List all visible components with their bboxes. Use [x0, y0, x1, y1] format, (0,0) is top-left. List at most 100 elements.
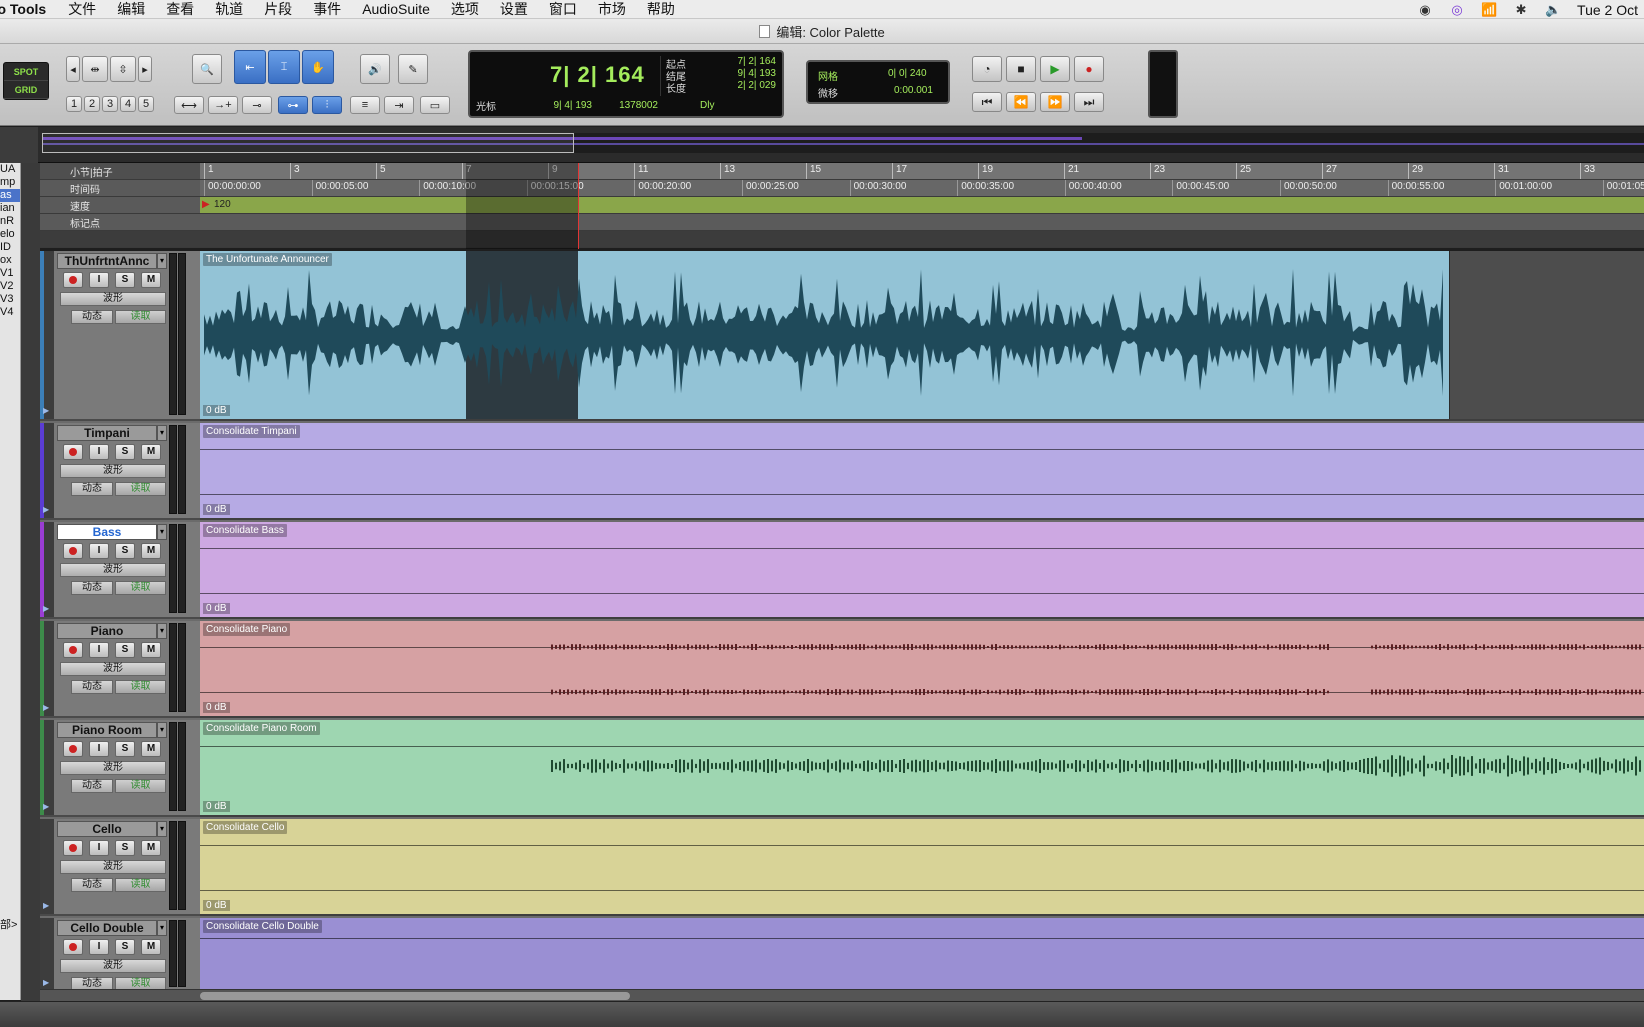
input-monitor-button[interactable]: I — [89, 741, 109, 757]
record-enable-button[interactable] — [63, 272, 83, 288]
zoom-out-button[interactable]: ◂ — [66, 56, 80, 82]
record-button[interactable]: ● — [1074, 56, 1104, 82]
playhead[interactable] — [578, 163, 579, 249]
menu-window[interactable]: 窗口 — [549, 0, 577, 19]
menu-help[interactable]: 帮助 — [647, 0, 675, 19]
clip-name-label[interactable]: Consolidate Piano — [203, 623, 291, 636]
track-timebase-button[interactable]: 动态 — [71, 482, 113, 496]
markers-ruler-label[interactable]: 标记点 — [40, 214, 200, 231]
keyboard-focus-icon[interactable]: ≡ — [350, 96, 380, 114]
clip-list-item[interactable]: V1 — [0, 267, 20, 280]
grid-label[interactable]: 网格 — [818, 68, 838, 83]
track-view-selector[interactable]: 波形 — [60, 761, 166, 775]
automation-mode-selector[interactable]: 读取 — [115, 482, 166, 496]
main-counter-value[interactable]: 7| 2| 164 — [550, 62, 645, 88]
solo-button[interactable]: S — [115, 840, 135, 856]
record-enable-button[interactable] — [63, 840, 83, 856]
expand-lanes-icon[interactable]: ▶ — [43, 978, 49, 987]
zoom-preset-3[interactable]: 3 — [102, 96, 118, 112]
input-monitor-button[interactable]: I — [89, 840, 109, 856]
menu-track[interactable]: 轨道 — [215, 0, 243, 19]
zoomer-tool-icon[interactable]: 🔍 — [192, 54, 222, 84]
play-button[interactable]: ▶ — [1040, 56, 1070, 82]
track-options-dropdown[interactable]: ▾ — [157, 722, 167, 738]
clip-gain-label[interactable]: 0 dB — [203, 900, 230, 911]
pencil-tool-icon[interactable]: ✎ — [398, 54, 428, 84]
clip-name-label[interactable]: Consolidate Piano Room — [203, 722, 320, 735]
track-header[interactable]: Cello Double ▾ I S M 波形 动态 读取 ▶ — [40, 918, 200, 993]
tab-to-transient-icon[interactable]: →+ — [208, 96, 238, 114]
track-header[interactable]: Piano Room ▾ I S M 波形 动态 读取 ▶ — [40, 720, 200, 817]
expand-lanes-icon[interactable]: ▶ — [43, 802, 49, 811]
mute-button[interactable]: M — [141, 543, 161, 559]
clip-list-item[interactable]: V3 — [0, 293, 20, 306]
clip-list-header[interactable] — [0, 127, 38, 163]
track-name[interactable]: Piano — [57, 623, 157, 639]
spot-mode-button[interactable]: SPOT — [4, 63, 48, 81]
bars-ruler[interactable]: 1 3 5 7 9 11 13 15 17 19 21 23 25 27 29 31 33 — [200, 163, 1644, 180]
zoom-preset-2[interactable]: 2 — [84, 96, 100, 112]
track-playlist-lane[interactable]: Consolidate Bass 0 dB — [200, 522, 1644, 619]
track-header[interactable]: Piano ▾ I S M 波形 动态 读取 ▶ — [40, 621, 200, 718]
track-header[interactable]: Timpani ▾ I S M 波形 动态 读取 ▶ — [40, 423, 200, 520]
clip-list-item[interactable]: as — [0, 189, 20, 202]
clip-name-label[interactable]: Consolidate Bass — [203, 524, 287, 537]
expand-lanes-icon[interactable]: ▶ — [43, 703, 49, 712]
track-options-dropdown[interactable]: ▾ — [157, 623, 167, 639]
nudge-icon[interactable]: ⇥ — [384, 96, 414, 114]
stop-button[interactable]: ■ — [1006, 56, 1036, 82]
mute-button[interactable]: M — [141, 939, 161, 955]
nudge-value[interactable]: 0:00.001 — [894, 85, 933, 96]
track-playlist-lane[interactable]: Consolidate Cello 0 dB — [200, 819, 1644, 916]
clip-list-item[interactable]: ID — [0, 241, 20, 254]
solo-button[interactable]: S — [115, 642, 135, 658]
record-enable-button[interactable] — [63, 741, 83, 757]
start-value[interactable]: 7| 2| 164 — [706, 56, 776, 67]
menu-marketplace[interactable]: 市场 — [598, 0, 626, 19]
track-header[interactable]: Cello ▾ I S M 波形 动态 读取 ▶ — [40, 819, 200, 916]
timeline-selection[interactable] — [466, 163, 578, 249]
menu-options[interactable]: 选项 — [451, 0, 479, 19]
input-monitor-button[interactable]: I — [89, 444, 109, 460]
solo-button[interactable]: S — [115, 272, 135, 288]
track-timebase-button[interactable]: 动态 — [71, 310, 113, 324]
bluetooth-icon[interactable]: ✱ — [1513, 2, 1529, 18]
expand-lanes-icon[interactable]: ▶ — [43, 505, 49, 514]
track-view-selector[interactable]: 波形 — [60, 959, 166, 973]
vertical-zoom-icon[interactable]: ⇳ — [110, 56, 136, 82]
track-options-dropdown[interactable]: ▾ — [157, 821, 167, 837]
menu-view[interactable]: 查看 — [166, 0, 194, 19]
zoom-preset-4[interactable]: 4 — [120, 96, 136, 112]
input-monitor-button[interactable]: I — [89, 272, 109, 288]
track-view-selector[interactable]: 波形 — [60, 662, 166, 676]
track-timebase-button[interactable]: 动态 — [71, 779, 113, 793]
clip-name-label[interactable]: Consolidate Cello — [203, 821, 288, 834]
menubar-clock[interactable]: Tue 2 Oct — [1577, 2, 1638, 18]
track-options-dropdown[interactable]: ▾ — [157, 425, 167, 441]
track-view-selector[interactable]: 波形 — [60, 292, 166, 306]
automation-mode-selector[interactable]: 读取 — [115, 581, 166, 595]
app-menu[interactable]: ro Tools — [0, 1, 46, 17]
track-timebase-button[interactable]: 动态 — [71, 680, 113, 694]
rewind-button[interactable]: ⏪ — [1006, 92, 1036, 112]
track-header[interactable]: ThUnfrtntAnnc ▾ I S M 波形 动态 读取 ▶ — [40, 251, 200, 421]
horizontal-scrollbar[interactable] — [40, 989, 1644, 1001]
clip-name-label[interactable]: Consolidate Timpani — [203, 425, 300, 438]
expand-lanes-icon[interactable]: ▶ — [43, 604, 49, 613]
menu-audiosuite[interactable]: AudioSuite — [362, 1, 430, 17]
input-monitor-button[interactable]: I — [89, 543, 109, 559]
track-name[interactable]: Timpani — [57, 425, 157, 441]
zoom-preset-5[interactable]: 5 — [138, 96, 154, 112]
bars-ruler-label[interactable]: 小节|拍子 — [40, 163, 200, 180]
track-options-dropdown[interactable]: ▾ — [157, 524, 167, 540]
track-timebase-button[interactable]: 动态 — [71, 878, 113, 892]
record-status-icon[interactable]: ◉ — [1417, 2, 1433, 18]
link-track-edit-icon[interactable]: ⫶ — [312, 96, 342, 114]
clip-list-item[interactable]: elo — [0, 228, 20, 241]
automation-mode-selector[interactable]: 读取 — [115, 680, 166, 694]
tempo-value[interactable]: 120 — [214, 199, 231, 210]
clip-list-item[interactable]: nR — [0, 215, 20, 228]
link-timeline-icon[interactable]: ⟷ — [174, 96, 204, 114]
clip-list-item[interactable]: V2 — [0, 280, 20, 293]
automation-mode-selector[interactable]: 读取 — [115, 779, 166, 793]
